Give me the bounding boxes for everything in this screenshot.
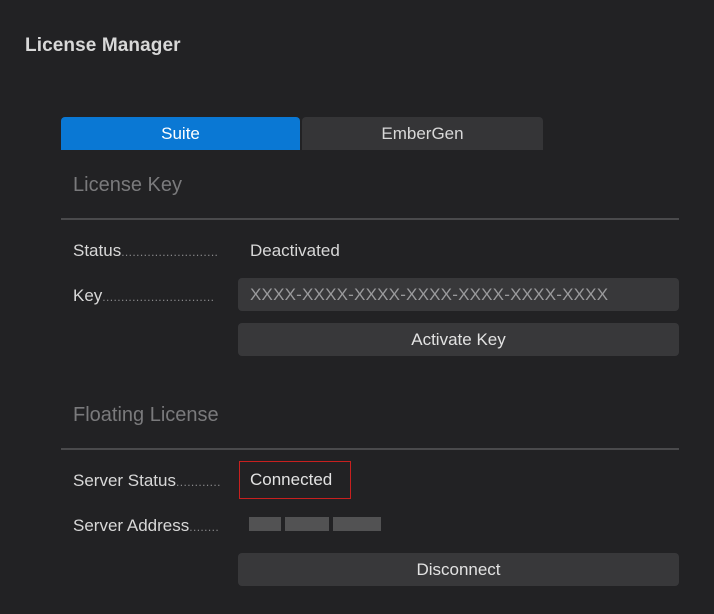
license-manager-window: License Manager Suite EmberGen License K… xyxy=(0,0,714,614)
product-tabs: Suite EmberGen xyxy=(61,117,543,150)
disconnect-button[interactable]: Disconnect xyxy=(238,553,679,586)
key-leader-dots: .............................. xyxy=(102,290,215,304)
tab-embergen[interactable]: EmberGen xyxy=(302,117,543,150)
redacted-block xyxy=(249,517,281,531)
server-address-value-redacted xyxy=(249,513,381,535)
license-key-input[interactable]: XXXX-XXXX-XXXX-XXXX-XXXX-XXXX-XXXX xyxy=(238,278,679,311)
license-key-section-title: License Key xyxy=(73,174,182,196)
server-status-row-label: Server Status............ xyxy=(73,471,228,491)
key-label: Key xyxy=(73,286,103,305)
server-status-leader-dots: ............ xyxy=(176,475,221,489)
server-address-leader-dots: ........ xyxy=(189,520,220,534)
server-status-label: Server Status xyxy=(73,471,176,490)
server-address-row-label: Server Address........ xyxy=(73,516,228,536)
redacted-block xyxy=(285,517,329,531)
license-key-divider xyxy=(61,218,679,220)
activate-key-button[interactable]: Activate Key xyxy=(238,323,679,356)
status-row-label: Status.......................... xyxy=(73,241,228,261)
redacted-block xyxy=(333,517,381,531)
floating-license-divider xyxy=(61,448,679,450)
server-status-value: Connected xyxy=(239,461,351,499)
floating-license-section-title: Floating License xyxy=(73,404,219,426)
server-address-label: Server Address xyxy=(73,516,190,535)
window-title: License Manager xyxy=(25,35,181,56)
key-row-label: Key.............................. xyxy=(73,286,225,306)
status-leader-dots: .......................... xyxy=(121,245,219,259)
license-status-value: Deactivated xyxy=(250,241,340,260)
status-label: Status xyxy=(73,241,122,260)
tab-suite[interactable]: Suite xyxy=(61,117,300,150)
